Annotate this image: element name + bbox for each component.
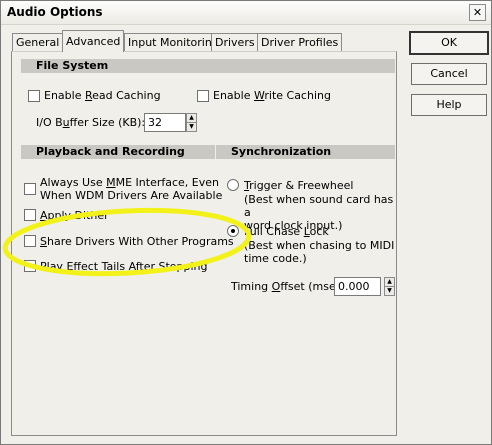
trigger-freewheel-radio[interactable] bbox=[227, 179, 239, 191]
file-system-heading: File System bbox=[21, 59, 395, 73]
synchronization-heading: Synchronization bbox=[216, 145, 395, 159]
tab-advanced[interactable]: Advanced bbox=[62, 30, 125, 52]
full-chase-lock-label[interactable]: Full Chase Lock bbox=[244, 225, 329, 238]
timing-offset-label: Timing Offset (msec): bbox=[231, 280, 350, 293]
play-effect-tails-checkbox[interactable] bbox=[24, 260, 36, 272]
tab-drivers[interactable]: Drivers bbox=[211, 33, 259, 51]
enable-write-caching-label[interactable]: Enable Write Caching bbox=[213, 89, 331, 102]
share-drivers-label[interactable]: Share Drivers With Other Programs bbox=[40, 235, 234, 248]
spin-down-icon[interactable]: ▼ bbox=[187, 122, 196, 131]
enable-write-caching-checkbox[interactable] bbox=[197, 90, 209, 102]
tab-general[interactable]: General bbox=[12, 33, 64, 51]
timing-offset-input[interactable]: 0.000 bbox=[334, 277, 381, 296]
dialog-title: Audio Options bbox=[7, 5, 103, 19]
advanced-tab-panel: File System Enable Read Caching Enable W… bbox=[11, 51, 397, 436]
enable-read-caching-label[interactable]: Enable Read Caching bbox=[44, 89, 161, 102]
buffer-size-spinner[interactable]: ▲ ▼ bbox=[186, 113, 197, 132]
cancel-button[interactable]: Cancel bbox=[411, 63, 487, 85]
close-icon[interactable]: ✕ bbox=[469, 4, 486, 21]
buffer-size-label: I/O Buffer Size (KB): bbox=[36, 116, 146, 129]
apply-dither-checkbox[interactable] bbox=[24, 209, 36, 221]
full-chase-lock-description: (Best when chasing to MIDI time code.) bbox=[244, 239, 395, 265]
full-chase-lock-radio[interactable] bbox=[227, 225, 239, 237]
audio-options-dialog: Audio Options ✕ General Advanced Input M… bbox=[0, 0, 492, 445]
apply-dither-label[interactable]: Apply Dither bbox=[40, 209, 109, 222]
help-button[interactable]: Help bbox=[411, 94, 487, 116]
timing-offset-spinner[interactable]: ▲ ▼ bbox=[384, 277, 395, 296]
buffer-size-input[interactable]: 32 bbox=[144, 113, 186, 132]
always-use-mme-checkbox[interactable] bbox=[24, 183, 36, 195]
share-drivers-checkbox[interactable] bbox=[24, 235, 36, 247]
title-bar: Audio Options ✕ bbox=[1, 1, 491, 25]
enable-read-caching-checkbox[interactable] bbox=[28, 90, 40, 102]
tab-input-monitoring[interactable]: Input Monitoring bbox=[124, 33, 223, 51]
spin-up-icon[interactable]: ▲ bbox=[187, 114, 196, 122]
trigger-freewheel-label[interactable]: Trigger & Freewheel bbox=[244, 179, 353, 192]
play-effect-tails-label[interactable]: Play Effect Tails After Stopping bbox=[40, 260, 208, 273]
spin-down-icon[interactable]: ▼ bbox=[385, 286, 394, 295]
playback-recording-heading: Playback and Recording bbox=[21, 145, 215, 159]
spin-up-icon[interactable]: ▲ bbox=[385, 278, 394, 286]
tab-driver-profiles[interactable]: Driver Profiles bbox=[257, 33, 343, 51]
ok-button[interactable]: OK bbox=[409, 31, 489, 55]
always-use-mme-label[interactable]: Always Use MME Interface, Even When WDM … bbox=[40, 176, 222, 202]
